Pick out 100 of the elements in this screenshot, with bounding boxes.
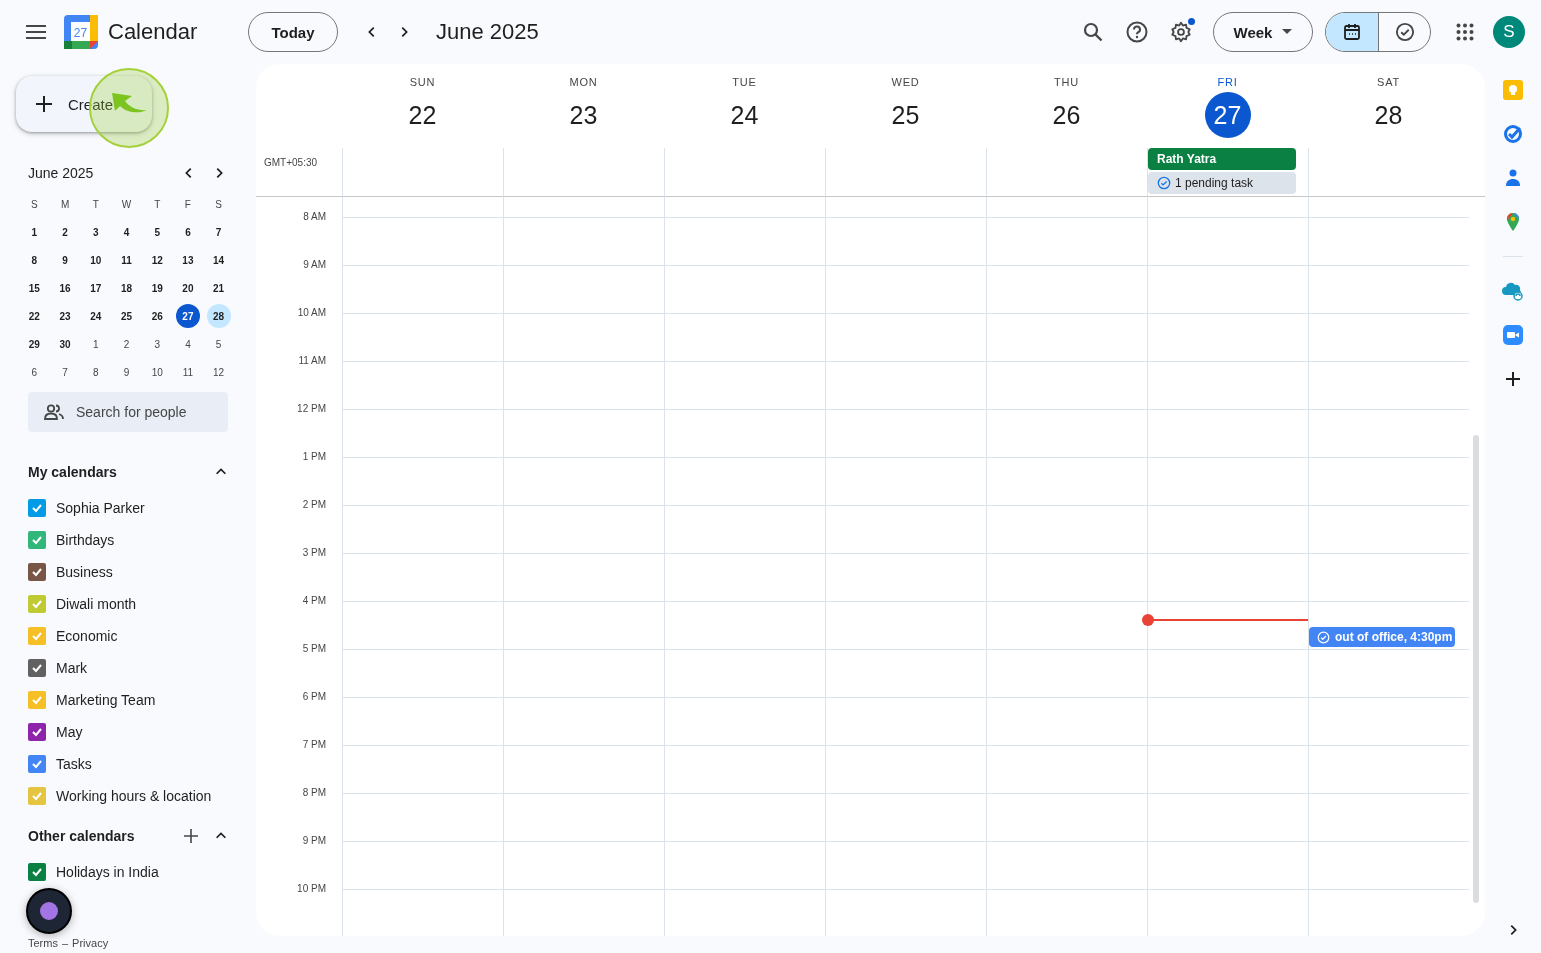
date-button[interactable]: 2 xyxy=(53,220,78,244)
terms-link[interactable]: Terms xyxy=(28,937,58,949)
calendar-view-tab[interactable] xyxy=(1326,13,1378,51)
dot-icon xyxy=(39,901,59,921)
date-button[interactable]: 9 xyxy=(114,360,139,384)
scrollbar[interactable] xyxy=(1473,435,1479,903)
date-button[interactable]: 16 xyxy=(53,276,78,300)
task-chip[interactable]: out of office, 4:30pm xyxy=(1309,627,1455,647)
date-button[interactable]: 19 xyxy=(145,276,170,300)
date-button[interactable]: 24 xyxy=(83,304,108,328)
calendar-name: Business xyxy=(56,564,113,580)
date-button[interactable]: 28 xyxy=(1365,92,1412,138)
date-button[interactable]: 15 xyxy=(22,276,47,300)
checkmark-icon xyxy=(31,534,43,546)
date-button[interactable]: 5 xyxy=(206,332,231,356)
calendar-name: Economic xyxy=(56,628,118,644)
checkmark-icon xyxy=(31,866,43,878)
section-title: Other calendars xyxy=(28,828,136,844)
weekday-label: T xyxy=(91,197,100,212)
date-button[interactable]: 7 xyxy=(206,220,231,244)
checkmark-icon xyxy=(31,694,43,706)
checkbox[interactable] xyxy=(28,723,46,741)
avatar[interactable]: S xyxy=(1493,16,1525,48)
checkbox[interactable] xyxy=(28,659,46,677)
date-button[interactable]: 11 xyxy=(114,248,139,272)
cloud-icon[interactable] xyxy=(1502,281,1524,301)
checkbox[interactable] xyxy=(28,755,46,773)
separator: – xyxy=(61,937,69,949)
date-button[interactable]: 8 xyxy=(83,360,108,384)
date-button[interactable]: 28 xyxy=(206,304,231,328)
date-button[interactable]: 26 xyxy=(1043,92,1090,138)
date-button[interactable]: 1 xyxy=(83,332,108,356)
checkbox[interactable] xyxy=(28,499,46,517)
date-button[interactable]: 25 xyxy=(882,92,929,138)
assistant-bubble[interactable] xyxy=(26,888,72,934)
date-button[interactable]: 6 xyxy=(175,220,200,244)
checkbox[interactable] xyxy=(28,595,46,613)
checkbox[interactable] xyxy=(28,787,46,805)
date-button[interactable]: 9 xyxy=(53,248,78,272)
date-button[interactable]: 13 xyxy=(175,248,200,272)
date-button[interactable]: 12 xyxy=(206,360,231,384)
date-button[interactable]: 27 xyxy=(175,304,200,328)
period-title: June 2025 xyxy=(436,19,539,45)
date-button[interactable]: 5 xyxy=(145,220,170,244)
privacy-link[interactable]: Privacy xyxy=(72,937,109,949)
event-chip[interactable]: Rath Yatra xyxy=(1148,148,1296,170)
checkbox[interactable] xyxy=(28,531,46,549)
date-button[interactable]: 10 xyxy=(83,248,108,272)
calendar-icon xyxy=(1343,23,1361,41)
date-button[interactable]: 23 xyxy=(53,304,78,328)
checkbox[interactable] xyxy=(28,863,46,881)
hour-label: 7 PM xyxy=(302,738,326,752)
date-button[interactable]: 12 xyxy=(145,248,170,272)
calendar-name: May xyxy=(56,724,83,740)
checkbox[interactable] xyxy=(28,563,46,581)
date-button[interactable]: 1 xyxy=(22,220,47,244)
date-button[interactable]: 10 xyxy=(145,360,170,384)
check-circle-icon xyxy=(1317,630,1330,644)
hour-label: 8 AM xyxy=(303,210,326,224)
date-button[interactable]: 8 xyxy=(22,248,47,272)
checkmark-icon xyxy=(31,790,43,802)
date-button[interactable]: 22 xyxy=(399,92,446,138)
people-search-field[interactable]: Search for people xyxy=(28,392,228,432)
date-button[interactable]: 23 xyxy=(560,92,607,138)
weekday-label: TUE xyxy=(732,76,757,88)
date-button[interactable]: 25 xyxy=(114,304,139,328)
calendar-name: Holidays in India xyxy=(56,864,159,880)
weekday-label: S xyxy=(30,197,39,212)
date-button[interactable]: 4 xyxy=(175,332,200,356)
check-circle-icon xyxy=(1157,176,1171,190)
date-button[interactable]: 29 xyxy=(22,332,47,356)
weekday-label: W xyxy=(120,197,133,212)
date-button[interactable]: 24 xyxy=(721,92,768,138)
date-button[interactable]: 6 xyxy=(22,360,47,384)
date-button[interactable]: 21 xyxy=(206,276,231,300)
check-circle-icon[interactable] xyxy=(1503,124,1523,144)
date-button[interactable]: 18 xyxy=(114,276,139,300)
hour-label: 9 PM xyxy=(302,834,326,848)
date-button[interactable]: 27 xyxy=(1204,92,1251,138)
date-button[interactable]: 2 xyxy=(114,332,139,356)
date-button[interactable]: 22 xyxy=(22,304,47,328)
checkmark-icon xyxy=(31,630,43,642)
weekday-label: S xyxy=(214,197,223,212)
date-button[interactable]: 20 xyxy=(175,276,200,300)
person-icon[interactable] xyxy=(1503,168,1523,188)
date-button[interactable]: 3 xyxy=(145,332,170,356)
calendar-name: Working hours & location xyxy=(56,788,212,804)
date-button[interactable]: 7 xyxy=(53,360,78,384)
weekday-label: SUN xyxy=(409,76,436,88)
date-button[interactable]: 14 xyxy=(206,248,231,272)
date-button[interactable]: 17 xyxy=(83,276,108,300)
date-button[interactable]: 3 xyxy=(83,220,108,244)
task-chip[interactable]: 1 pending task xyxy=(1148,172,1296,194)
video-camera-icon[interactable] xyxy=(1503,325,1523,345)
date-button[interactable]: 4 xyxy=(114,220,139,244)
weekday-label: MON xyxy=(569,76,598,88)
date-button[interactable]: 30 xyxy=(53,332,78,356)
calendar-name: Mark xyxy=(56,660,88,676)
date-button[interactable]: 11 xyxy=(175,360,200,384)
date-button[interactable]: 26 xyxy=(145,304,170,328)
